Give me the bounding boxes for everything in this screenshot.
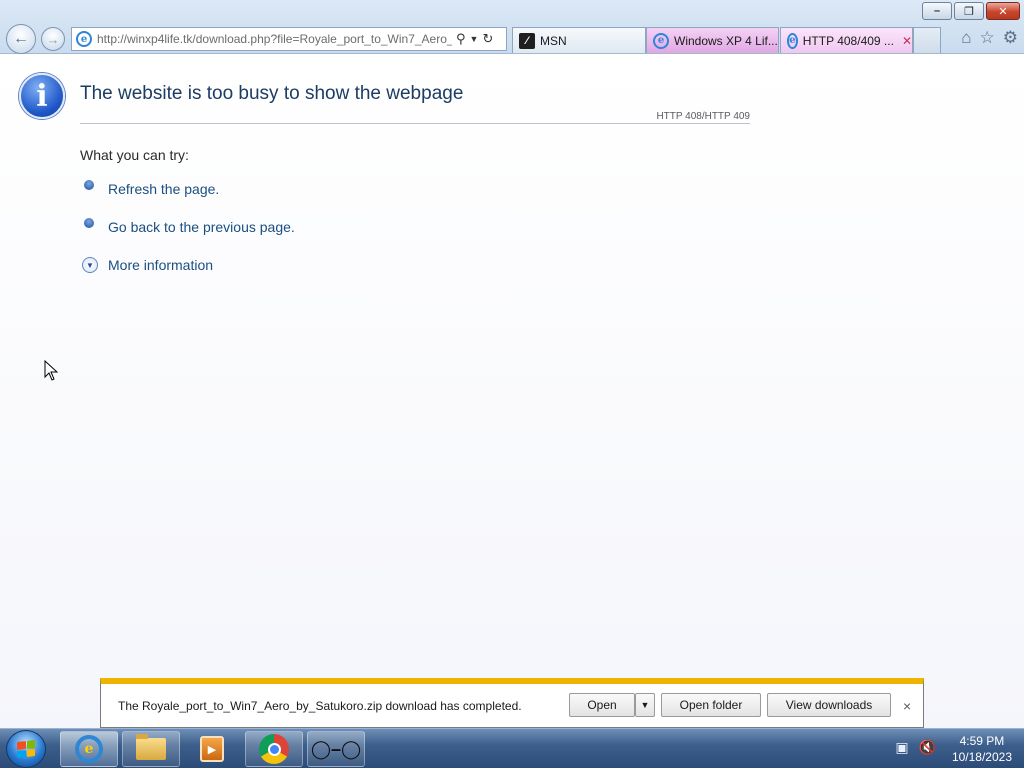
refresh-page-link[interactable]: Refresh the page. bbox=[108, 181, 219, 197]
title-divider bbox=[80, 123, 750, 124]
info-icon: i bbox=[19, 73, 65, 119]
network-icon[interactable]: ▣ bbox=[895, 739, 908, 756]
toolbar-icons: ⌂ ☆ ⚙ bbox=[961, 28, 1018, 48]
close-window-button[interactable]: ✕ bbox=[986, 2, 1020, 20]
taskbar-chrome[interactable] bbox=[245, 731, 303, 767]
system-tray: ▣ 🔇 bbox=[895, 739, 936, 756]
msn-icon: ⁄ bbox=[519, 32, 535, 49]
suggestion-refresh: Refresh the page. bbox=[84, 180, 219, 197]
ie-favicon-icon: e bbox=[787, 32, 798, 49]
home-icon[interactable]: ⌂ bbox=[961, 28, 971, 48]
start-button[interactable] bbox=[6, 730, 46, 768]
taskbar-internet-explorer[interactable]: e bbox=[60, 731, 118, 767]
open-button[interactable]: Open bbox=[569, 693, 635, 717]
favorites-star-icon[interactable]: ☆ bbox=[980, 28, 995, 48]
glasses-icon: ◯–◯ bbox=[310, 738, 362, 759]
download-notification-bar: The Royale_port_to_Win7_Aero_by_Satukoro… bbox=[100, 678, 924, 728]
arrow-left-icon: ← bbox=[13, 30, 29, 47]
close-notification-button[interactable]: × bbox=[903, 698, 911, 714]
clock-date: 10/18/2023 bbox=[951, 750, 1012, 764]
bullet-icon bbox=[84, 218, 94, 228]
page-title: The website is too busy to show the webp… bbox=[80, 83, 464, 104]
taskbar-media-player[interactable]: ▶ bbox=[183, 731, 241, 767]
tab-msn[interactable]: ⁄ MSN bbox=[512, 27, 646, 53]
bullet-icon bbox=[84, 180, 94, 190]
window-controls: – ❐ ✕ bbox=[920, 2, 1020, 20]
taskbar-file-explorer[interactable] bbox=[122, 731, 180, 767]
forward-button[interactable]: → bbox=[41, 27, 65, 51]
clock-time: 4:59 PM bbox=[959, 734, 1005, 748]
triangle-down-icon: ▼ bbox=[640, 700, 650, 710]
tab-label: MSN bbox=[540, 33, 567, 48]
refresh-icon[interactable]: ↻ bbox=[482, 31, 493, 47]
new-tab-button[interactable] bbox=[913, 27, 941, 53]
address-url[interactable]: http://winxp4life.tk/download.php?file=R… bbox=[97, 32, 452, 46]
tab-label: HTTP 408/409 ... bbox=[802, 33, 894, 48]
address-url-host: http://winxp4life.tk bbox=[97, 32, 193, 46]
try-label: What you can try: bbox=[80, 147, 189, 163]
restore-button[interactable]: ❐ bbox=[954, 2, 984, 20]
go-back-link[interactable]: Go back to the previous page. bbox=[108, 219, 295, 235]
chevron-down-icon: ▼ bbox=[82, 257, 98, 273]
internet-explorer-icon: e bbox=[75, 735, 103, 763]
view-downloads-button[interactable]: View downloads bbox=[767, 693, 891, 717]
windows-logo-icon bbox=[17, 740, 35, 758]
search-icon[interactable]: ⚲ bbox=[456, 31, 466, 47]
chrome-icon bbox=[259, 734, 289, 764]
ie-favicon-icon: e bbox=[653, 32, 669, 49]
gear-icon[interactable]: ⚙ bbox=[1003, 28, 1018, 48]
download-message: The Royale_port_to_Win7_Aero_by_Satukoro… bbox=[118, 699, 522, 713]
ie-favicon-icon: e bbox=[76, 31, 92, 47]
clock[interactable]: 4:59 PM 10/18/2023 bbox=[952, 733, 1012, 765]
tab-http-error[interactable]: e HTTP 408/409 ... ✕ bbox=[780, 27, 913, 53]
arrow-right-icon: → bbox=[46, 31, 60, 47]
open-dropdown-button[interactable]: ▼ bbox=[635, 693, 655, 717]
address-bar[interactable]: e http://winxp4life.tk/download.php?file… bbox=[71, 27, 507, 51]
media-player-icon: ▶ bbox=[200, 736, 224, 762]
dropdown-icon[interactable]: ▼ bbox=[470, 34, 479, 44]
close-tab-icon[interactable]: ✕ bbox=[902, 34, 912, 48]
back-button[interactable]: ← bbox=[6, 24, 36, 54]
more-information-label: More information bbox=[108, 257, 214, 273]
folder-icon bbox=[136, 734, 166, 760]
suggestion-go-back: Go back to the previous page. bbox=[84, 218, 295, 235]
taskbar-app-glasses[interactable]: ◯–◯ bbox=[307, 731, 365, 767]
tab-label: Windows XP 4 Lif... bbox=[674, 33, 778, 48]
browser-chrome: – ❐ ✕ ← → e http://winxp4life.tk/downloa… bbox=[0, 0, 1024, 54]
minimize-button[interactable]: – bbox=[922, 2, 952, 20]
mouse-cursor-icon bbox=[44, 360, 58, 381]
error-page: i The website is too busy to show the we… bbox=[0, 55, 1024, 728]
address-url-path: /download.php?file=Royale_port_to_Win7_A… bbox=[192, 32, 452, 46]
error-code: HTTP 408/HTTP 409 bbox=[656, 111, 750, 122]
tab-windows-xp-4-life[interactable]: e Windows XP 4 Lif... bbox=[646, 27, 779, 53]
taskbar: e ▶ ◯–◯ ▣ 🔇 4:59 PM 10/18/2023 bbox=[0, 728, 1024, 768]
more-information-toggle[interactable]: ▼ More information bbox=[82, 257, 213, 273]
volume-muted-icon[interactable]: 🔇 bbox=[919, 739, 936, 756]
open-folder-button[interactable]: Open folder bbox=[661, 693, 761, 717]
